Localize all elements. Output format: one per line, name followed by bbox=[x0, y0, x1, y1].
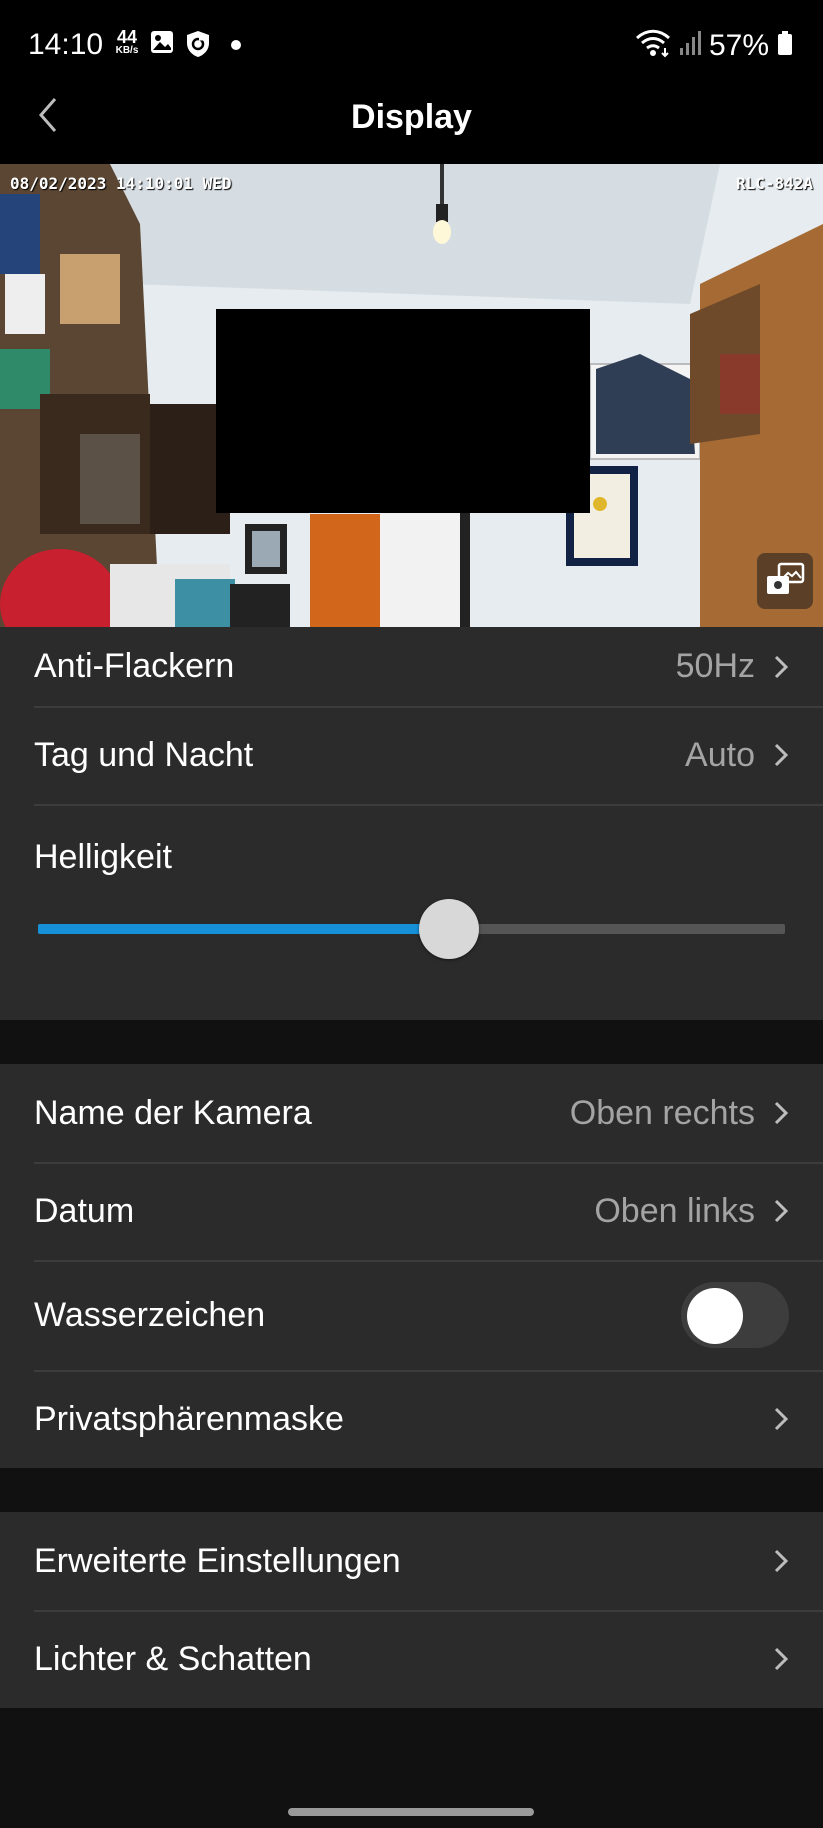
image-icon bbox=[150, 30, 174, 59]
shield-icon bbox=[185, 30, 211, 63]
privacy-mask-label: Privatsphärenmaske bbox=[34, 1399, 344, 1438]
day-night-row[interactable]: Tag und Nacht Auto bbox=[0, 706, 823, 804]
status-bar: 14:10 44 KB/s 57% bbox=[0, 0, 823, 92]
overlay-settings-group: Name der Kamera Oben rechts Datum Oben l… bbox=[0, 1064, 823, 1468]
lights-shadows-row[interactable]: Lichter & Schatten bbox=[0, 1610, 823, 1708]
brightness-label: Helligkeit bbox=[34, 838, 172, 876]
day-night-value: Auto bbox=[685, 735, 755, 774]
brightness-row: Helligkeit bbox=[0, 804, 823, 1020]
anti-flicker-value: 50Hz bbox=[675, 647, 755, 685]
back-arrow-icon bbox=[38, 97, 58, 138]
chevron-right-icon bbox=[773, 654, 789, 680]
day-night-label: Tag und Nacht bbox=[34, 735, 254, 774]
anti-flicker-label: Anti-Flackern bbox=[34, 647, 235, 685]
network-speed-value: 44 bbox=[116, 27, 138, 47]
anti-flicker-row[interactable]: Anti-Flackern 50Hz bbox=[0, 627, 823, 706]
privacy-mask-area bbox=[216, 309, 590, 513]
network-speed-unit: KB/s bbox=[115, 45, 139, 56]
osd-timestamp: 08/02/2023 14:10:01 WED bbox=[10, 174, 232, 193]
network-speed: 44 KB/s bbox=[110, 28, 144, 56]
watermark-label: Wasserzeichen bbox=[34, 1295, 266, 1334]
page-title: Display bbox=[351, 98, 472, 136]
status-time: 14:10 bbox=[28, 28, 104, 61]
slider-fill bbox=[38, 924, 449, 934]
date-label: Datum bbox=[34, 1191, 135, 1230]
date-value: Oben links bbox=[594, 1191, 755, 1230]
back-button[interactable] bbox=[28, 92, 68, 142]
advanced-settings-label: Erweiterte Einstellungen bbox=[34, 1541, 401, 1580]
snapshot-icon bbox=[765, 562, 805, 601]
osd-camera-name: RLC-842A bbox=[735, 174, 813, 193]
chevron-right-icon bbox=[773, 742, 789, 768]
brightness-slider[interactable] bbox=[38, 899, 785, 959]
watermark-toggle[interactable] bbox=[681, 1282, 789, 1348]
toggle-knob bbox=[687, 1288, 743, 1344]
chevron-right-icon bbox=[773, 1406, 789, 1432]
lights-shadows-label: Lichter & Schatten bbox=[34, 1639, 312, 1678]
dot-icon bbox=[230, 38, 242, 56]
chevron-right-icon bbox=[773, 1198, 789, 1224]
watermark-row: Wasserzeichen bbox=[0, 1260, 823, 1370]
chevron-right-icon bbox=[773, 1548, 789, 1574]
battery-icon bbox=[777, 30, 793, 61]
signal-icon bbox=[679, 30, 701, 61]
wifi-icon bbox=[635, 28, 671, 63]
camera-name-row[interactable]: Name der Kamera Oben rechts bbox=[0, 1064, 823, 1162]
camera-preview[interactable]: 08/02/2023 14:10:01 WED RLC-842A bbox=[0, 164, 823, 627]
advanced-settings-row[interactable]: Erweiterte Einstellungen bbox=[0, 1512, 823, 1610]
image-settings-group: Anti-Flackern 50Hz Tag und Nacht Auto He… bbox=[0, 627, 823, 1020]
app-bar: Display bbox=[0, 92, 823, 164]
snapshot-button[interactable] bbox=[757, 553, 813, 609]
privacy-mask-row[interactable]: Privatsphärenmaske bbox=[0, 1370, 823, 1468]
status-right-group: 57% bbox=[635, 28, 793, 63]
slider-thumb[interactable] bbox=[418, 899, 479, 959]
battery-percent: 57% bbox=[708, 28, 769, 62]
date-row[interactable]: Datum Oben links bbox=[0, 1162, 823, 1260]
advanced-settings-group: Erweiterte Einstellungen Lichter & Schat… bbox=[0, 1512, 823, 1708]
chevron-right-icon bbox=[773, 1100, 789, 1126]
camera-name-label: Name der Kamera bbox=[34, 1093, 312, 1132]
chevron-right-icon bbox=[773, 1646, 789, 1672]
home-indicator[interactable] bbox=[288, 1808, 534, 1816]
camera-name-value: Oben rechts bbox=[569, 1093, 755, 1132]
